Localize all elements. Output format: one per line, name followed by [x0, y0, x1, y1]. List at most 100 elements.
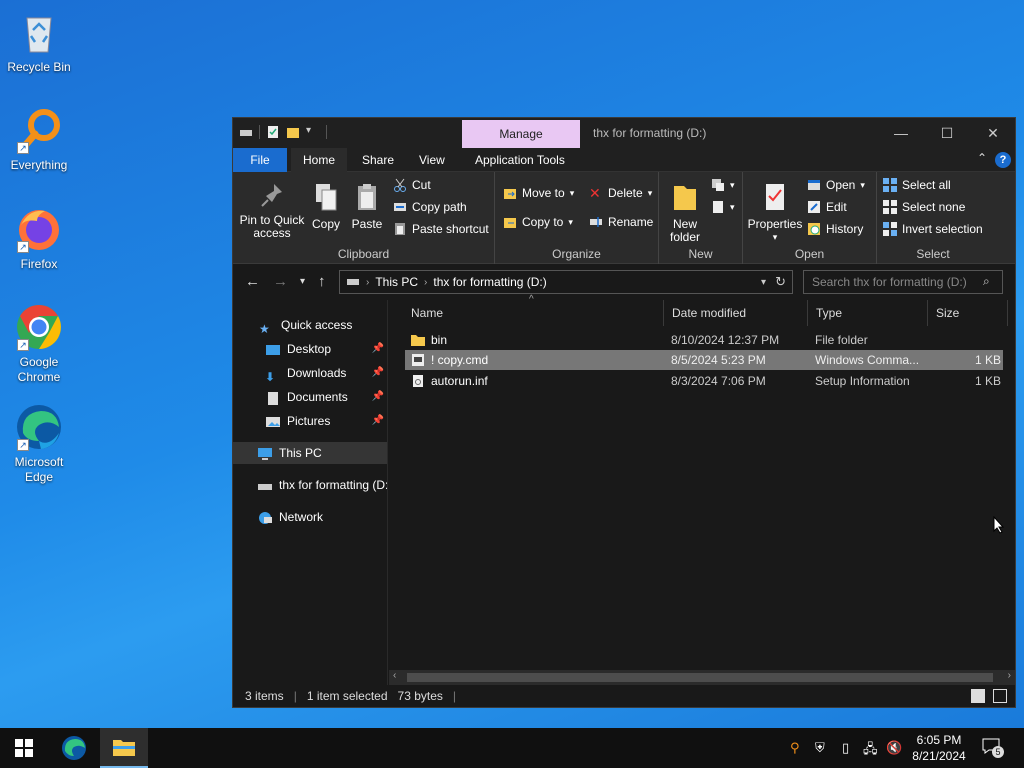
breadcrumb-this-pc[interactable]: This PC — [375, 275, 418, 289]
forward-arrow-icon[interactable]: → — [273, 273, 288, 290]
shortcut-arrow-icon: ↗ — [17, 339, 29, 351]
new-item-button[interactable]: ▾ — [711, 178, 735, 192]
nav-pictures[interactable]: Pictures 📌 — [233, 410, 387, 432]
edit-button[interactable]: Edit — [807, 200, 847, 214]
dropdown-arrow-icon: ▾ — [647, 187, 653, 198]
desktop-icon-microsoft-edge[interactable]: ↗ Microsoft Edge — [4, 403, 74, 485]
refresh-icon[interactable]: ↻ — [775, 274, 786, 290]
copy-path-button[interactable]: Copy path — [393, 200, 467, 214]
manage-contextual-tab[interactable]: Manage — [462, 120, 580, 148]
column-header-size[interactable]: Size — [928, 300, 1008, 326]
notification-center-button[interactable]: 5 — [982, 738, 1006, 758]
new-folder-button[interactable]: New folder — [663, 182, 707, 244]
cut-button[interactable]: Cut — [393, 178, 431, 192]
history-button[interactable]: History — [807, 222, 863, 236]
taskbar-file-explorer-button[interactable] — [100, 728, 148, 768]
usb-device-icon[interactable]: ▯ — [842, 740, 849, 756]
recycle-bin-icon — [15, 8, 63, 56]
clock-time: 6:05 PM — [916, 733, 962, 747]
table-row[interactable]: ! copy.cmd 8/5/2024 5:23 PM Windows Comm… — [405, 350, 1003, 370]
move-to-button[interactable]: Move to ▾ — [503, 186, 574, 200]
rename-button[interactable]: Rename — [589, 215, 653, 229]
column-header-date-modified[interactable]: Date modified — [664, 300, 808, 326]
new-folder-icon — [663, 182, 707, 215]
nav-network[interactable]: Network — [233, 506, 387, 528]
file-explorer-icon — [113, 740, 135, 756]
tab-view[interactable]: View — [407, 148, 457, 172]
properties-button[interactable]: Properties ▾ — [747, 182, 803, 244]
documents-icon — [265, 390, 281, 405]
tab-home[interactable]: Home — [291, 148, 348, 172]
edge-icon: ↗ — [15, 403, 63, 451]
invert-selection-button[interactable]: Invert selection — [883, 222, 983, 236]
new-folder-icon[interactable] — [286, 125, 300, 139]
scrollbar-thumb[interactable] — [407, 673, 993, 682]
paste-button[interactable]: Paste — [349, 182, 385, 231]
start-button[interactable] — [0, 728, 48, 768]
desktop-icon-firefox[interactable]: ↗ Firefox — [4, 205, 74, 272]
select-all-button[interactable]: Select all — [883, 178, 951, 192]
paste-icon — [349, 182, 385, 215]
history-icon — [807, 222, 821, 236]
nav-desktop[interactable]: Desktop 📌 — [233, 338, 387, 360]
help-icon[interactable]: ? — [995, 152, 1011, 168]
collapse-ribbon-icon[interactable]: ⌃ — [977, 151, 987, 165]
star-icon: ★ — [259, 322, 270, 336]
easy-access-button[interactable]: ▾ — [711, 200, 735, 214]
customize-toolbar-icon[interactable]: ▾ — [306, 125, 320, 139]
breadcrumb-drive[interactable]: thx for formatting (D:) — [433, 275, 546, 289]
taskbar-clock[interactable]: 6:05 PM 8/21/2024 — [900, 732, 978, 764]
everything-tray-icon[interactable]: ⚲ — [790, 740, 800, 756]
rename-icon — [589, 215, 603, 229]
delete-button[interactable]: ✕ Delete ▾ — [589, 186, 652, 200]
scroll-left-icon[interactable]: ‹ — [393, 670, 396, 681]
address-bar[interactable]: › This PC › thx for formatting (D:) ▾ ↻ — [339, 270, 793, 294]
back-arrow-icon[interactable]: ← — [245, 273, 260, 290]
properties-check-icon[interactable] — [266, 125, 280, 139]
recent-locations-icon[interactable]: ▾ — [300, 276, 305, 287]
shortcut-arrow-icon: ↗ — [17, 241, 29, 253]
select-none-icon — [883, 200, 897, 214]
paste-shortcut-button[interactable]: Paste shortcut — [393, 222, 489, 236]
tab-share[interactable]: Share — [350, 148, 406, 172]
address-dropdown-icon[interactable]: ▾ — [761, 277, 766, 288]
copy-button[interactable]: Copy — [309, 182, 343, 231]
up-arrow-icon[interactable]: ↑ — [318, 273, 326, 290]
network-tray-icon[interactable]: 🖧 — [863, 740, 878, 762]
column-header-type[interactable]: Type — [808, 300, 928, 326]
pin-icon: 📌 — [371, 391, 384, 402]
maximize-button[interactable]: ☐ — [924, 118, 970, 148]
table-row[interactable]: bin 8/10/2024 12:37 PM File folder — [405, 330, 1003, 350]
close-button[interactable]: ✕ — [970, 118, 1016, 148]
cmd-file-icon — [411, 353, 425, 367]
desktop-icon-recycle-bin[interactable]: Recycle Bin — [4, 8, 74, 75]
details-view-icon[interactable] — [971, 689, 985, 703]
search-input[interactable]: Search thx for formatting (D:) — [803, 270, 1003, 294]
file-explorer-window: ▾ Manage thx for formatting (D:) — ☐ ✕ F… — [232, 117, 1016, 708]
open-group-label: Open — [794, 247, 825, 261]
pin-to-quick-access-button[interactable]: Pin to Quick access — [237, 182, 307, 240]
security-shield-icon[interactable]: ⛨ — [815, 740, 825, 756]
nav-this-pc[interactable]: This PC — [233, 442, 387, 464]
column-header-name[interactable]: Name — [403, 300, 664, 326]
tab-application-tools[interactable]: Application Tools — [463, 148, 577, 172]
nav-drive-d[interactable]: thx for formatting (D:) — [233, 474, 387, 496]
copy-to-button[interactable]: Copy to ▾ — [503, 215, 573, 229]
taskbar-edge-button[interactable] — [50, 728, 98, 768]
desktop-icon-label: Everything — [10, 158, 68, 172]
scroll-right-icon[interactable]: › — [1008, 670, 1011, 681]
horizontal-scrollbar[interactable]: ‹ › — [389, 670, 1015, 685]
nav-quick-access[interactable]: ★ Quick access — [233, 314, 387, 336]
desktop-icon-everything[interactable]: ↗ Everything — [4, 106, 74, 173]
table-row[interactable]: autorun.inf 8/3/2024 7:06 PM Setup Infor… — [405, 371, 1003, 391]
tab-file[interactable]: File — [233, 148, 287, 172]
large-icons-view-icon[interactable] — [993, 689, 1007, 703]
open-button[interactable]: Open ▾ — [807, 178, 865, 192]
minimize-button[interactable]: — — [878, 118, 924, 148]
select-none-button[interactable]: Select none — [883, 200, 965, 214]
nav-documents[interactable]: Documents 📌 — [233, 386, 387, 408]
nav-downloads[interactable]: ⬇ Downloads 📌 — [233, 362, 387, 384]
drive-icon[interactable] — [239, 125, 253, 139]
pin-icon: 📌 — [371, 343, 384, 354]
desktop-icon-google-chrome[interactable]: ↗ Google Chrome — [4, 303, 74, 385]
